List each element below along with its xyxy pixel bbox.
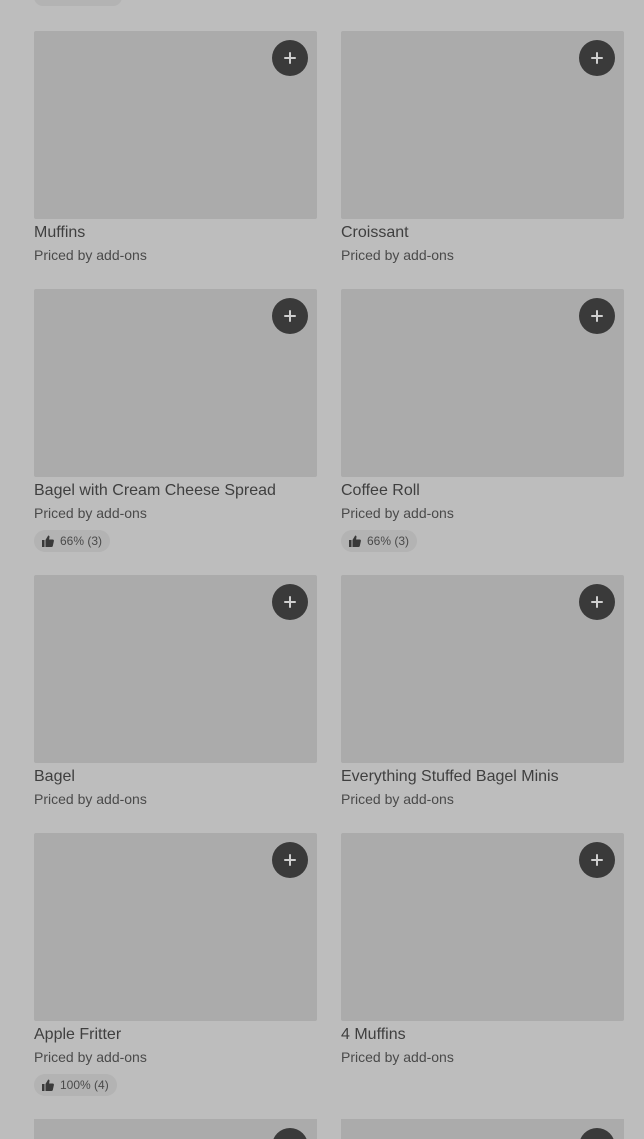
item-name: Muffins	[34, 224, 86, 241]
plus-icon	[591, 52, 603, 64]
rating-badge: 100% (4)	[34, 1074, 117, 1096]
item-name: Bagel with Cream Cheese Spread	[34, 482, 276, 499]
thumbs-up-icon	[349, 535, 361, 547]
plus-icon	[284, 52, 296, 64]
menu-item-card[interactable]: Everything Stuffed Bagel Minis Priced by…	[341, 575, 624, 833]
thumbs-up-icon	[42, 535, 54, 547]
add-to-cart-button[interactable]	[579, 842, 615, 878]
item-price: Priced by add-ons	[34, 791, 147, 807]
plus-icon	[284, 854, 296, 866]
menu-item-card[interactable]: Croissant Priced by add-ons	[341, 31, 624, 289]
rating-text: 66% (3)	[367, 534, 410, 548]
add-to-cart-button[interactable]	[272, 1128, 308, 1139]
item-name: Bagel	[34, 768, 75, 785]
item-price: Priced by add-ons	[341, 505, 454, 521]
add-to-cart-button[interactable]	[579, 40, 615, 76]
rating-badge	[34, 0, 122, 6]
menu-grid: Muffins Priced by add-ons Croissant Pric…	[34, 31, 624, 1119]
plus-icon	[591, 854, 603, 866]
item-image	[341, 833, 624, 1021]
item-image	[34, 1119, 317, 1139]
item-image	[341, 575, 624, 763]
thumbs-up-icon	[42, 1079, 54, 1091]
plus-icon	[591, 596, 603, 608]
item-price: Priced by add-ons	[341, 1049, 454, 1065]
plus-icon	[591, 310, 603, 322]
item-price: Priced by add-ons	[34, 505, 147, 521]
rating-badge: 66% (3)	[341, 530, 418, 552]
item-price: Priced by add-ons	[341, 247, 454, 263]
plus-icon	[284, 596, 296, 608]
add-to-cart-button[interactable]	[579, 1128, 615, 1139]
menu-item-card[interactable]: Muffins Priced by add-ons	[34, 31, 317, 289]
item-image	[341, 31, 624, 219]
add-to-cart-button[interactable]	[579, 584, 615, 620]
item-image	[34, 289, 317, 477]
item-name: Apple Fritter	[34, 1026, 122, 1043]
menu-item-card[interactable]: 4 Muffins Priced by add-ons	[341, 833, 624, 1119]
rating-text: 66% (3)	[60, 534, 103, 548]
item-name: Everything Stuffed Bagel Minis	[341, 768, 559, 785]
add-to-cart-button[interactable]	[272, 298, 308, 334]
item-image	[341, 289, 624, 477]
item-name: Coffee Roll	[341, 482, 420, 499]
rating-text: 100% (4)	[60, 1078, 109, 1092]
menu-item-card[interactable]: Bagel with Cream Cheese Spread Priced by…	[34, 289, 317, 575]
menu-item-card[interactable]: Coffee Roll Priced by add-ons 66% (3)	[341, 289, 624, 575]
item-name: Croissant	[341, 224, 409, 241]
item-price: Priced by add-ons	[341, 791, 454, 807]
item-image	[34, 31, 317, 219]
item-image	[34, 833, 317, 1021]
rating-badge: 66% (3)	[34, 530, 111, 552]
item-image	[34, 575, 317, 763]
menu-item-card[interactable]: Apple Fritter Priced by add-ons 100% (4)	[34, 833, 317, 1119]
item-name: 4 Muffins	[341, 1026, 406, 1043]
add-to-cart-button[interactable]	[272, 40, 308, 76]
add-to-cart-button[interactable]	[272, 842, 308, 878]
add-to-cart-button[interactable]	[272, 584, 308, 620]
item-image	[341, 1119, 624, 1139]
plus-icon	[284, 310, 296, 322]
menu-item-card[interactable]: Bagel Priced by add-ons	[34, 575, 317, 833]
item-price: Priced by add-ons	[34, 1049, 147, 1065]
item-price: Priced by add-ons	[34, 247, 147, 263]
add-to-cart-button[interactable]	[579, 298, 615, 334]
